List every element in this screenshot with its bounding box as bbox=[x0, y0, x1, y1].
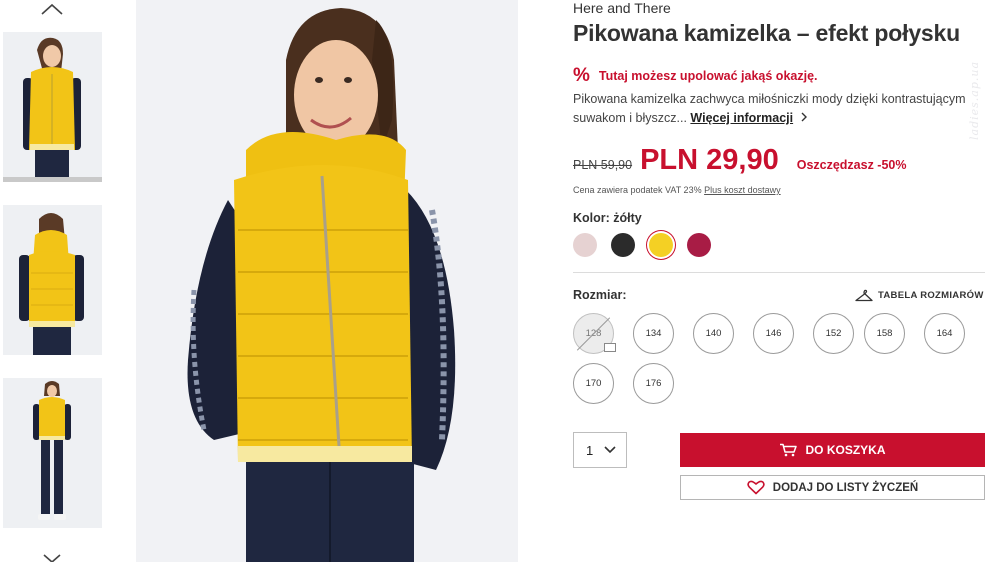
price-row: PLN 59,90 PLN 29,90 Oszczędzasz -50% bbox=[573, 144, 907, 177]
thumbnail-scroll-up-button[interactable] bbox=[38, 0, 66, 20]
brand-name[interactable]: Here and There bbox=[573, 0, 671, 16]
savings-badge: Oszczędzasz -50% bbox=[796, 158, 907, 172]
size-option-170[interactable]: 170 bbox=[573, 363, 614, 404]
watermark: ladies.ap.ua bbox=[968, 60, 981, 140]
shipping-cost-link[interactable]: Plus koszt dostawy bbox=[704, 185, 781, 195]
chevron-down-icon bbox=[604, 446, 616, 454]
color-swatch-black[interactable] bbox=[611, 233, 635, 257]
envelope-icon bbox=[604, 343, 616, 352]
thumbnail-front[interactable] bbox=[3, 32, 102, 182]
add-to-cart-label: DO KOSZYKA bbox=[805, 443, 886, 457]
add-to-wishlist-button[interactable]: DODAJ DO LISTY ŻYCZEŃ bbox=[680, 475, 985, 500]
percent-icon: % bbox=[573, 65, 590, 86]
size-option-134[interactable]: 134 bbox=[633, 313, 674, 354]
color-swatch-burgundy[interactable] bbox=[687, 233, 711, 257]
product-description: Pikowana kamizelka zachwyca miłośniczki … bbox=[573, 90, 978, 128]
sale-price: PLN 29,90 bbox=[640, 144, 779, 176]
size-option-158[interactable]: 158 bbox=[864, 313, 905, 354]
main-product-image[interactable] bbox=[136, 0, 518, 562]
size-option-146[interactable]: 146 bbox=[753, 313, 794, 354]
thumbnail-full-body[interactable] bbox=[3, 378, 102, 528]
chevron-down-icon bbox=[43, 554, 61, 562]
color-swatches bbox=[573, 233, 711, 257]
quantity-value: 1 bbox=[586, 442, 594, 458]
add-to-cart-button[interactable]: DO KOSZYKA bbox=[680, 433, 985, 467]
thumbnail-full-body-image bbox=[3, 378, 102, 528]
size-option-128[interactable]: 128 bbox=[573, 313, 616, 354]
add-to-wishlist-label: DODAJ DO LISTY ŻYCZEŃ bbox=[772, 481, 919, 494]
thumbnail-front-image bbox=[3, 32, 102, 177]
heart-icon bbox=[747, 480, 765, 495]
chevron-up-icon bbox=[41, 3, 63, 15]
promo-text: Tutaj możesz upolować jakąś okazję. bbox=[598, 68, 818, 83]
thumbnail-scroll-down-button[interactable] bbox=[38, 552, 66, 562]
promo-banner: % Tutaj możesz upolować jakąś okazję. bbox=[573, 66, 818, 85]
size-option-176[interactable]: 176 bbox=[633, 363, 674, 404]
vat-text: Cena zawiera podatek VAT 23% bbox=[573, 185, 702, 195]
size-option-164[interactable]: 164 bbox=[924, 313, 965, 354]
quantity-select[interactable]: 1 bbox=[573, 432, 627, 468]
thumbnail-back-image bbox=[3, 205, 102, 355]
size-chart-label: TABELA ROZMIARÓW bbox=[878, 290, 984, 301]
size-option-152[interactable]: 152 bbox=[813, 313, 854, 354]
size-label: Rozmiar: bbox=[573, 288, 627, 302]
color-label: Kolor: żółty bbox=[573, 211, 642, 225]
thumbnail-back[interactable] bbox=[3, 205, 102, 355]
size-option-140[interactable]: 140 bbox=[693, 313, 734, 354]
color-swatch-pink[interactable] bbox=[573, 233, 597, 257]
cart-icon bbox=[780, 443, 798, 457]
thumbnail-gallery bbox=[0, 0, 106, 562]
product-title: Pikowana kamizelka – efekt połysku bbox=[573, 20, 960, 46]
product-details-panel: Here and There Pikowana kamizelka – efek… bbox=[573, 0, 988, 562]
product-photo bbox=[136, 0, 518, 562]
size-chart-link[interactable]: TABELA ROZMIARÓW bbox=[855, 289, 984, 302]
more-info-link[interactable]: Więcej informacji bbox=[690, 111, 793, 125]
divider bbox=[573, 272, 985, 273]
vat-info: Cena zawiera podatek VAT 23% Plus koszt … bbox=[573, 185, 781, 195]
chevron-right-icon bbox=[801, 112, 807, 122]
color-swatch-yellow[interactable] bbox=[649, 233, 673, 257]
old-price: PLN 59,90 bbox=[573, 158, 633, 172]
hanger-icon bbox=[855, 289, 873, 302]
